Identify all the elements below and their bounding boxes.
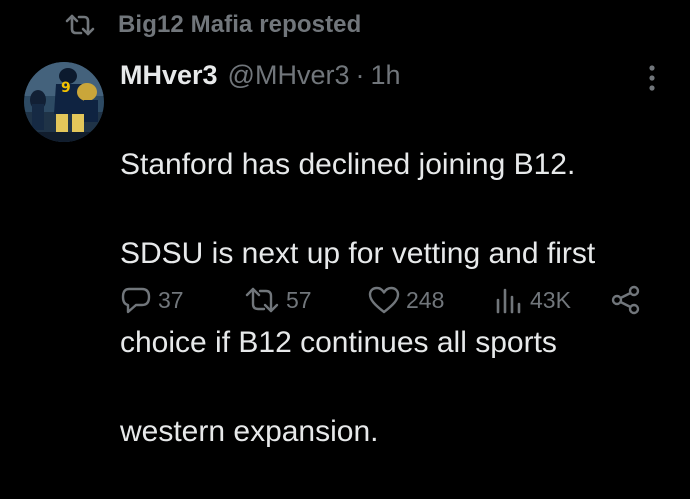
- reply-count: 37: [158, 286, 184, 313]
- reply-icon: [121, 287, 151, 314]
- share-button[interactable]: [610, 280, 642, 320]
- reply-button[interactable]: 37: [120, 280, 184, 320]
- like-count: 248: [406, 286, 445, 313]
- tweet-line: Stanford has declined joining B12.: [120, 147, 576, 181]
- tweet-line: choice if B12 continues all sports: [120, 325, 557, 359]
- author-handle[interactable]: @MHver3: [228, 60, 350, 91]
- more-options-button[interactable]: [642, 62, 662, 96]
- avatar[interactable]: 9: [24, 62, 104, 142]
- tweet-line: SDSU is next up for vetting and first: [120, 236, 596, 270]
- action-bar: 37 57 248 43K: [120, 280, 660, 320]
- views-icon: [496, 288, 521, 314]
- repost-button[interactable]: 57: [244, 280, 312, 320]
- repost-count: 57: [286, 286, 312, 313]
- timestamp[interactable]: 1h: [370, 60, 400, 91]
- tweet-line: western expansion.: [120, 414, 379, 448]
- svg-text:9: 9: [61, 80, 71, 96]
- views-count: 43K: [530, 286, 571, 313]
- avatar-image: 9: [24, 62, 104, 142]
- separator-dot: ·: [355, 59, 365, 90]
- repost-icon: [245, 287, 279, 313]
- repost-context[interactable]: Big12 Mafia reposted: [64, 8, 361, 42]
- views-button[interactable]: 43K: [494, 280, 571, 320]
- author-row: MHver3 @MHver3 · 1h: [120, 56, 401, 94]
- heart-icon: [368, 286, 400, 314]
- repost-icon: [64, 12, 96, 38]
- more-vertical-icon: [649, 65, 655, 91]
- share-icon: [611, 285, 640, 315]
- like-button[interactable]: 248: [368, 280, 444, 320]
- author-name[interactable]: MHver3: [120, 60, 218, 91]
- repost-label: Big12 Mafia reposted: [118, 11, 362, 38]
